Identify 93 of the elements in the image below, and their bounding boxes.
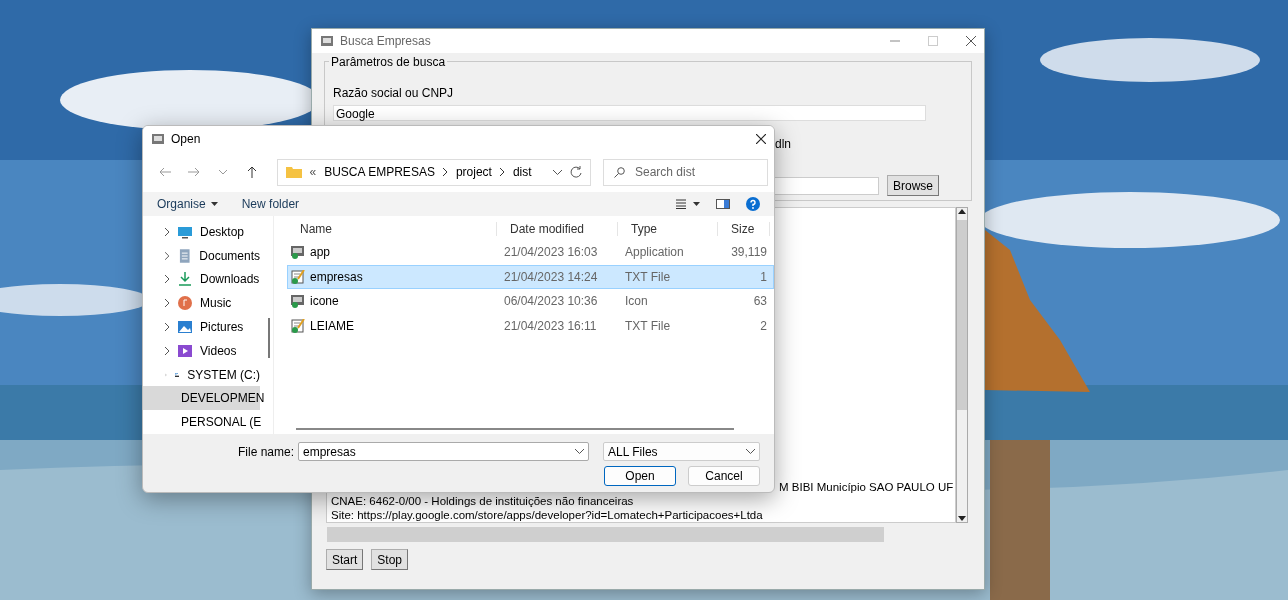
music-icon <box>178 296 192 311</box>
column-header[interactable]: Type <box>618 222 718 236</box>
text-file-icon <box>291 318 305 333</box>
column-header[interactable]: Date modified <box>497 222 618 236</box>
file-name: icone <box>310 294 339 309</box>
folder-icon <box>285 166 302 178</box>
file-row[interactable]: icone 06/04/2023 10:36 Icon 63 <box>287 289 774 314</box>
file-row[interactable]: empresas 21/04/2023 14:24 TXT File 1 <box>287 264 774 289</box>
cancel-button[interactable]: Cancel <box>688 466 760 486</box>
close-icon[interactable] <box>756 134 766 144</box>
up-icon[interactable] <box>247 166 258 178</box>
help-icon[interactable] <box>746 197 760 211</box>
search-box[interactable]: Search dist <box>603 158 768 186</box>
text-file-icon <box>291 269 305 284</box>
scroll-up-icon <box>958 208 966 214</box>
file-row[interactable]: app 21/04/2023 16:03 Application 39,119 <box>287 240 774 265</box>
dropdown-icon <box>575 449 584 454</box>
image-icon <box>178 320 192 334</box>
chevron-icon: « <box>309 165 317 179</box>
new-folder-button[interactable]: New folder <box>241 197 300 211</box>
column-header[interactable]: Name <box>287 222 497 236</box>
file-path-field[interactable] <box>773 176 879 195</box>
column-header[interactable]: Size <box>718 222 770 236</box>
window-title: Busca Empresas <box>340 34 432 48</box>
breadcrumb[interactable]: BUSCA EMPRESAS <box>324 165 435 179</box>
organise-menu[interactable]: Organise <box>157 197 218 211</box>
file-size: 39,119 <box>730 245 768 260</box>
browse-button[interactable]: Browse <box>887 175 939 196</box>
output-line: M BIBI Município SAO PAULO UF <box>778 480 953 494</box>
file-name: app <box>310 245 331 260</box>
application-icon <box>291 245 305 260</box>
view-menu-icon[interactable] <box>676 199 700 209</box>
stop-button[interactable]: Stop <box>371 549 409 570</box>
breadcrumb[interactable]: dist <box>512 165 532 179</box>
caret-icon <box>210 202 218 206</box>
field-label: File name: <box>237 444 294 459</box>
scrollbar[interactable] <box>956 207 968 523</box>
refresh-icon[interactable] <box>570 166 582 178</box>
nav-item[interactable]: Pictures <box>143 315 260 339</box>
start-button[interactable]: Start <box>326 549 364 570</box>
dropdown-icon <box>746 449 755 454</box>
nav-item[interactable]: Desktop <box>143 220 260 244</box>
app-icon <box>151 133 165 145</box>
nav-item[interactable]: Music <box>143 291 260 316</box>
desktop-icon <box>178 224 192 239</box>
nav-item[interactable]: PERSONAL (E <box>143 410 260 435</box>
search-field[interactable]: Search dist <box>633 164 757 180</box>
nav-item[interactable]: Documents <box>143 243 260 268</box>
video-icon <box>178 343 192 358</box>
dialog-title: Open <box>171 132 202 146</box>
file-type-dropdown[interactable]: ALL Files <box>603 442 760 461</box>
chevron-icon <box>499 168 505 176</box>
file-size: 63 <box>752 294 768 309</box>
document-icon <box>177 248 192 263</box>
file-date: 21/04/2023 14:24 <box>503 269 599 284</box>
forward-icon[interactable] <box>188 167 201 177</box>
address-bar[interactable]: « BUSCA EMPRESAS project dist <box>276 158 591 186</box>
dropdown-icon[interactable] <box>553 169 562 175</box>
file-name: empresas <box>310 269 363 284</box>
preview-pane-icon[interactable] <box>716 199 730 209</box>
back-icon[interactable] <box>159 167 172 177</box>
file-row[interactable]: LEIAME 21/04/2023 16:11 TXT File 2 <box>287 313 774 338</box>
file-date: 21/04/2023 16:11 <box>503 318 598 333</box>
scroll-down-icon <box>958 516 966 522</box>
file-type: Application <box>624 245 685 260</box>
file-date: 06/04/2023 10:36 <box>503 294 599 309</box>
file-date: 21/04/2023 16:03 <box>503 245 599 260</box>
option-label: dln <box>775 137 791 151</box>
dropdown-value: ALL Files <box>608 444 658 459</box>
nav-item[interactable]: Videos <box>143 338 260 363</box>
file-name: LEIAME <box>310 318 354 333</box>
file-type: TXT File <box>624 269 672 284</box>
chevron-icon <box>442 168 448 176</box>
nav-item[interactable]: Downloads <box>143 267 260 292</box>
close-icon[interactable] <box>966 36 976 46</box>
file-size: 2 <box>759 318 768 333</box>
file-name-field[interactable]: empresas <box>298 442 589 461</box>
file-size: 1 <box>759 269 768 284</box>
nav-item[interactable]: SYSTEM (C:) <box>143 362 260 387</box>
breadcrumb[interactable]: project <box>455 165 492 179</box>
field-label: Razão social ou CNPJ <box>333 86 455 100</box>
file-type: Icon <box>624 294 649 309</box>
field-value: empresas <box>303 444 356 459</box>
download-icon <box>178 272 192 287</box>
file-type: TXT File <box>624 318 672 333</box>
group-title: Parâmetros de busca <box>329 55 448 69</box>
app-icon <box>320 35 334 47</box>
output-line: Site: https://play.google.com/store/apps/developer?id=Lomatech+Participacoes+Ltda <box>331 508 764 522</box>
search-icon <box>614 166 625 178</box>
search-field[interactable]: Google <box>333 105 926 121</box>
open-button[interactable]: Open <box>604 466 676 486</box>
output-line: CNAE: 6462-0/00 - Holdings de instituições não financeiras <box>331 494 635 508</box>
application-icon <box>291 294 305 309</box>
